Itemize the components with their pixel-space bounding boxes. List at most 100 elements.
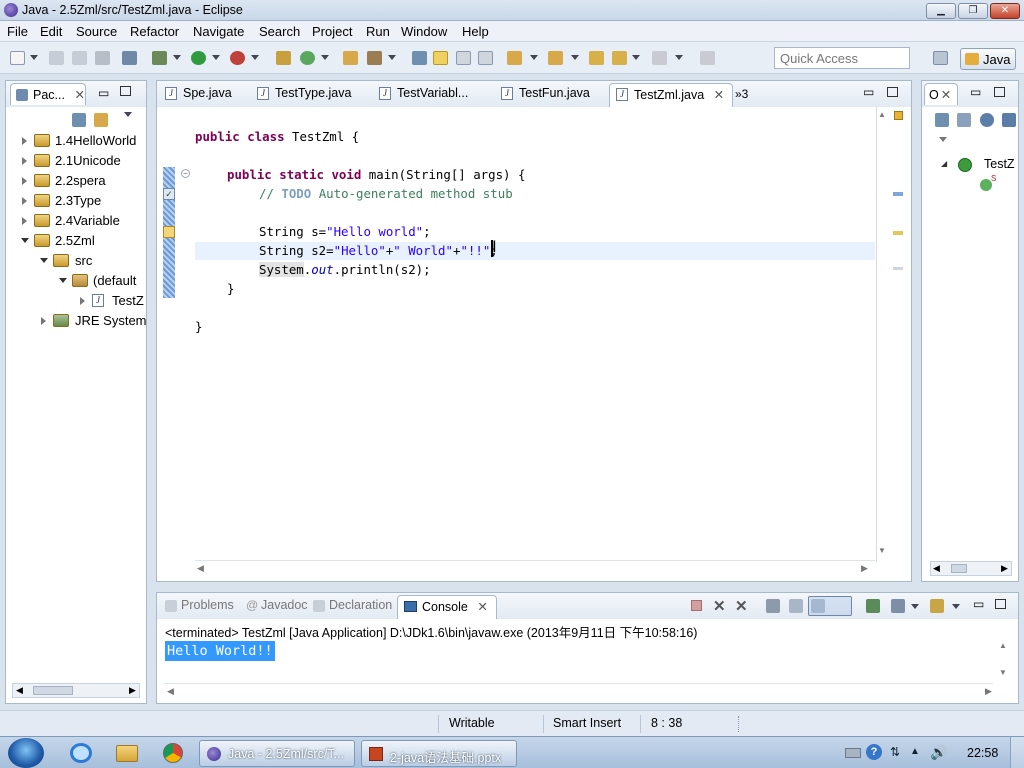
tab-declaration[interactable]: Declaration xyxy=(307,595,400,617)
help-icon[interactable]: ? xyxy=(866,744,882,760)
expand-icon[interactable] xyxy=(80,297,85,305)
minimize-button[interactable]: ▁ xyxy=(926,3,956,19)
view-menu-icon[interactable] xyxy=(939,137,947,142)
class-label[interactable]: TestZ xyxy=(984,157,1015,171)
menu-run[interactable]: Run xyxy=(366,24,390,39)
save-all-icon[interactable] xyxy=(72,51,87,65)
start-button[interactable] xyxy=(8,738,44,768)
quick-access-input[interactable]: Quick Access xyxy=(774,47,910,69)
fold-icon[interactable]: − xyxy=(181,169,190,178)
expand-icon[interactable] xyxy=(22,157,27,165)
back-dropdown-icon[interactable] xyxy=(632,55,640,60)
keyboard-icon[interactable] xyxy=(845,748,861,758)
scroll-up-icon[interactable]: ▲ xyxy=(878,110,886,119)
tab-console[interactable]: Console ✕ xyxy=(397,595,497,619)
new-class-icon[interactable] xyxy=(300,51,315,65)
maximize-view-icon[interactable] xyxy=(994,87,1005,97)
menu-navigate[interactable]: Navigate xyxy=(193,24,244,39)
close-icon[interactable]: ✕ xyxy=(941,88,951,102)
tab-testtype-java[interactable]: J TestType.java xyxy=(251,83,359,105)
expand-icon[interactable] xyxy=(22,197,27,205)
forward-icon[interactable] xyxy=(652,51,667,65)
maximize-button[interactable]: ❐ xyxy=(958,3,988,19)
hide-fields-icon[interactable] xyxy=(980,113,994,127)
remove-launch-icon[interactable]: ✕ xyxy=(713,597,726,615)
network-icon[interactable]: ⇅ xyxy=(890,745,900,759)
link-editor-icon[interactable] xyxy=(94,113,108,127)
terminate-icon[interactable] xyxy=(691,600,702,611)
open-type-icon[interactable] xyxy=(343,51,358,65)
show-hidden-icons-icon[interactable]: ▲ xyxy=(910,746,920,757)
maximize-view-icon[interactable] xyxy=(120,86,131,96)
mark-occurrences-icon[interactable] xyxy=(433,51,448,65)
print-icon[interactable] xyxy=(95,51,110,65)
file-explorer-icon[interactable] xyxy=(116,745,138,762)
tab-testzml-java[interactable]: J TestZml.java ✕ xyxy=(609,83,734,107)
scroll-thumb[interactable] xyxy=(33,686,73,695)
menu-help[interactable]: Help xyxy=(462,24,489,39)
expand-icon[interactable] xyxy=(41,317,46,325)
collapse-all-icon[interactable] xyxy=(72,113,86,127)
warning-marker-icon[interactable] xyxy=(163,226,175,238)
scroll-left-icon[interactable]: ◀ xyxy=(197,563,204,574)
scroll-down-icon[interactable]: ▼ xyxy=(999,668,1007,677)
maximize-view-icon[interactable] xyxy=(995,599,1006,609)
open-perspective-icon[interactable] xyxy=(933,51,948,65)
close-icon[interactable]: ✕ xyxy=(477,600,487,614)
clock[interactable]: 22:58 xyxy=(967,746,998,760)
back-icon[interactable] xyxy=(612,51,627,65)
overview-occurrence-marker[interactable] xyxy=(893,267,903,270)
block-selection-icon[interactable] xyxy=(456,51,471,65)
remove-all-terminated-icon[interactable]: ✕ xyxy=(735,597,748,615)
debug-icon[interactable] xyxy=(152,51,167,65)
next-annotation-icon[interactable] xyxy=(507,51,522,65)
previous-annotation-icon[interactable] xyxy=(548,51,563,65)
open-console-dropdown-icon[interactable] xyxy=(952,604,960,609)
tab-javadoc[interactable]: @ Javadoc xyxy=(239,595,316,617)
clear-console-icon[interactable] xyxy=(766,599,780,613)
horizontal-scrollbar[interactable]: ◀ ▶ xyxy=(12,683,140,698)
editor-horizontal-scrollbar[interactable]: ◀ ▶ xyxy=(195,560,875,576)
expand-icon[interactable] xyxy=(22,217,27,225)
java-perspective-button[interactable]: Java xyxy=(960,48,1016,70)
previous-annotation-dropdown-icon[interactable] xyxy=(571,55,579,60)
search-icon[interactable] xyxy=(367,51,382,65)
pinned-toggle-group[interactable] xyxy=(808,596,852,616)
code-text[interactable]: public class TestZml { public static voi… xyxy=(0,0,525,334)
show-desktop-button[interactable] xyxy=(1010,737,1024,768)
tab-outline[interactable]: O ✕ xyxy=(924,83,958,105)
scroll-left-icon[interactable]: ◀ xyxy=(933,563,940,574)
minimize-view-icon[interactable]: ▭ xyxy=(970,85,981,99)
scroll-right-icon[interactable]: ▶ xyxy=(1001,563,1008,574)
console-horizontal-scrollbar[interactable]: ◀ ▶ xyxy=(163,683,993,698)
open-console-icon[interactable] xyxy=(930,599,944,613)
tab-spe-java[interactable]: J Spe.java xyxy=(159,83,240,105)
minimize-view-icon[interactable]: ▭ xyxy=(973,597,984,611)
tab-testfun-java[interactable]: J TestFun.java xyxy=(495,83,598,105)
maximize-view-icon[interactable] xyxy=(887,87,898,97)
forward-dropdown-icon[interactable] xyxy=(675,55,683,60)
menu-source[interactable]: Source xyxy=(76,24,117,39)
outline-horizontal-scrollbar[interactable]: ◀ ▶ xyxy=(930,561,1012,576)
hide-static-icon[interactable] xyxy=(1002,113,1016,127)
next-annotation-dropdown-icon[interactable] xyxy=(530,55,538,60)
volume-icon[interactable]: 🔊 xyxy=(930,744,947,761)
menu-project[interactable]: Project xyxy=(312,24,352,39)
search-dropdown-icon[interactable] xyxy=(388,55,396,60)
collapse-icon[interactable] xyxy=(59,278,67,283)
new-dropdown-icon[interactable] xyxy=(30,55,38,60)
new-class-dropdown-icon[interactable] xyxy=(321,55,329,60)
minimize-view-icon[interactable]: ▭ xyxy=(98,86,109,100)
expand-icon[interactable] xyxy=(22,137,27,145)
close-icon[interactable]: ✕ xyxy=(714,88,724,102)
menu-refactor[interactable]: Refactor xyxy=(130,24,179,39)
run-icon[interactable] xyxy=(191,51,206,65)
debug-dropdown-icon[interactable] xyxy=(173,55,181,60)
pin-console-icon[interactable] xyxy=(866,599,880,613)
tree-item[interactable]: J TestZ xyxy=(78,291,146,311)
skip-breakpoints-icon[interactable] xyxy=(122,51,137,65)
scroll-right-icon[interactable]: ▶ xyxy=(985,686,992,697)
overview-task-marker[interactable] xyxy=(893,192,903,196)
scroll-left-icon[interactable]: ◀ xyxy=(167,686,174,697)
taskbar-powerpoint-button[interactable]: 2-java语法基础.pptx xyxy=(361,740,517,767)
